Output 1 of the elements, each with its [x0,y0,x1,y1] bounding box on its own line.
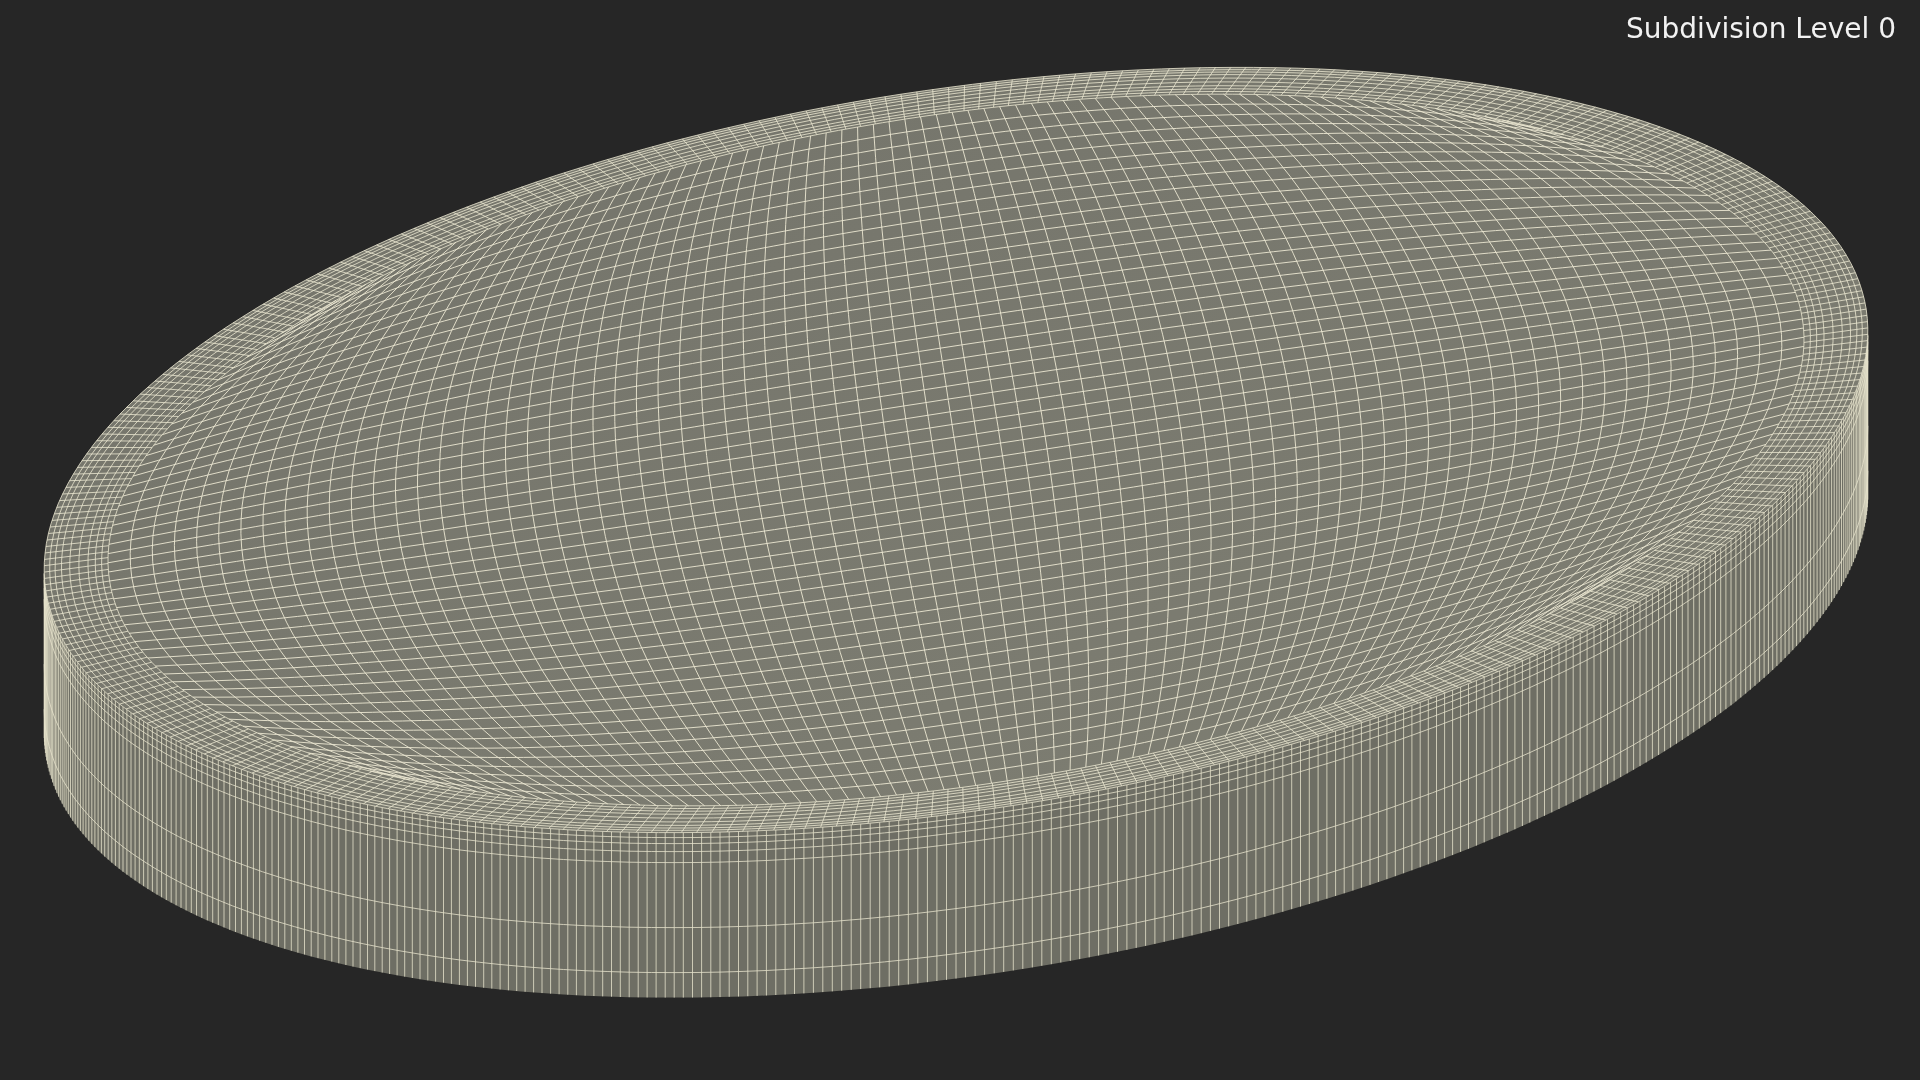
subdivision-level-label: Subdivision Level 0 [1626,12,1896,45]
